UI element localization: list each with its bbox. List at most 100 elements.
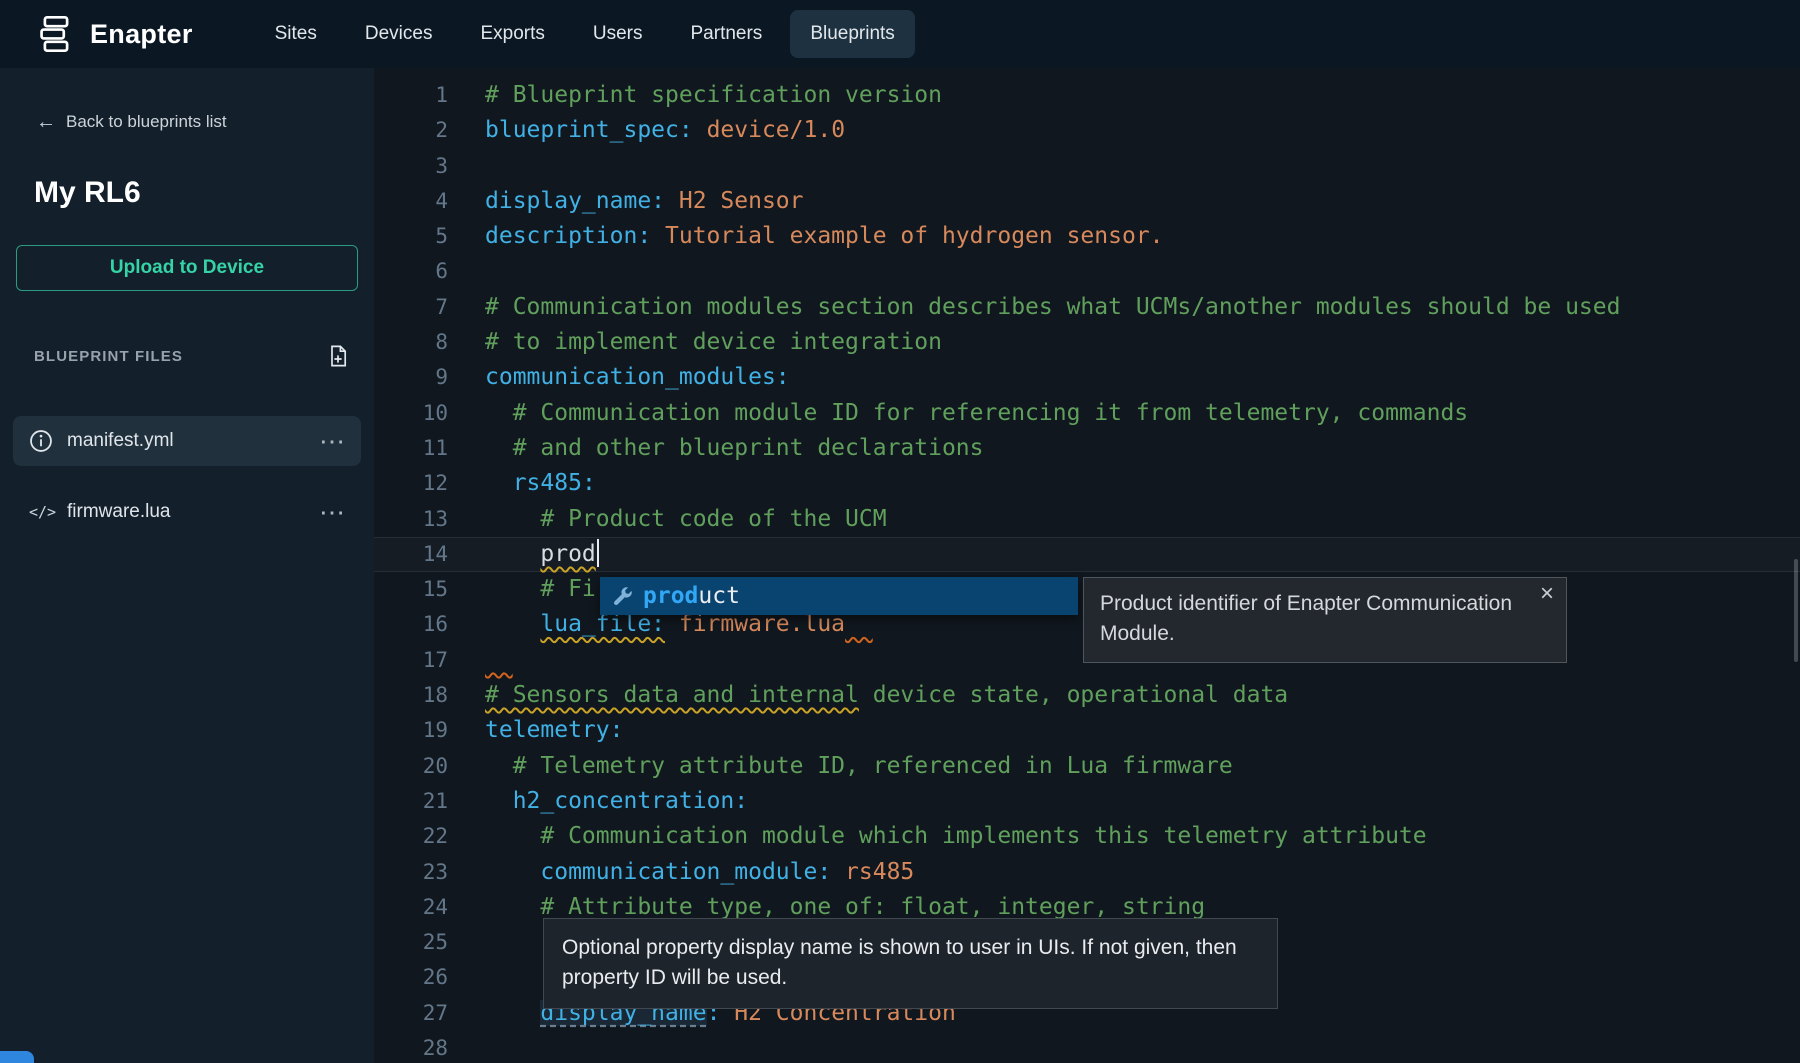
code-line[interactable]: 28 xyxy=(374,1031,1800,1063)
code-token: # Communication module ID for referencin… xyxy=(485,400,1468,426)
file-list: manifest.yml⋯</>firmware.lua⋯ xyxy=(13,416,361,537)
code-text: prod xyxy=(485,537,599,572)
code-line[interactable]: 23 communication_module: rs485 xyxy=(374,855,1800,890)
more-button[interactable]: ⋯ xyxy=(319,428,345,454)
code-line[interactable]: 7 # Communication modules section describ… xyxy=(374,290,1800,325)
line-number: 13 xyxy=(374,502,448,537)
line-number: 5 xyxy=(374,219,448,254)
code-line[interactable]: 18# Sensors data and internal device sta… xyxy=(374,678,1800,713)
nav-item-blueprints[interactable]: Blueprints xyxy=(790,10,915,58)
nav-item-partners[interactable]: Partners xyxy=(671,10,783,58)
code-text: rs485: xyxy=(485,466,596,501)
code-line[interactable]: 13 # Product code of the UCM xyxy=(374,502,1800,537)
suggestion-doc-text: Product identifier of Enapter Communicat… xyxy=(1100,592,1512,645)
file-item[interactable]: </>firmware.lua⋯ xyxy=(13,487,361,537)
file-name: manifest.yml xyxy=(67,430,174,452)
code-line[interactable]: 21 h2_concentration: xyxy=(374,784,1800,819)
nav-item-exports[interactable]: Exports xyxy=(460,10,564,58)
code-text: # Fi xyxy=(485,572,596,607)
nav-item-devices[interactable]: Devices xyxy=(345,10,453,58)
code-line[interactable]: 9communication_modules: xyxy=(374,360,1800,395)
nav-items: SitesDevicesExportsUsersPartnersBlueprin… xyxy=(255,10,915,58)
code-line[interactable]: 20 # Telemetry attribute ID, referenced … xyxy=(374,749,1800,784)
brand-name: Enapter xyxy=(90,19,193,50)
suggestion-doc-panel: Product identifier of Enapter Communicat… xyxy=(1083,577,1567,663)
code-token xyxy=(485,859,540,885)
code-token: # Blueprint specification version xyxy=(485,82,942,108)
code-token: prod xyxy=(540,541,595,567)
line-number: 2 xyxy=(374,113,448,148)
top-navbar: Enapter SitesDevicesExportsUsersPartners… xyxy=(0,0,1800,68)
code-token: # Product code of the UCM xyxy=(485,506,887,532)
code-token: device/1.0 xyxy=(693,117,845,143)
code-token: # Attribute type, one of: float, integer… xyxy=(485,894,1205,920)
code-line[interactable]: 5description: Tutorial example of hydrog… xyxy=(374,219,1800,254)
code-token: # to implement device integration xyxy=(485,329,942,355)
line-number: 7 xyxy=(374,290,448,325)
code-line[interactable]: 6 xyxy=(374,254,1800,289)
code-text: # Blueprint specification version xyxy=(485,78,942,113)
suggestion-match: prod xyxy=(643,583,698,609)
code-token: rs485: xyxy=(513,470,596,496)
sidebar: ← Back to blueprints list My RL6 Upload … xyxy=(0,68,374,1063)
code-line[interactable]: 4display_name: H2 Sensor xyxy=(374,184,1800,219)
code-line[interactable]: 8# to implement device integration xyxy=(374,325,1800,360)
line-number: 28 xyxy=(374,1031,448,1063)
file-item[interactable]: manifest.yml ⋯ xyxy=(13,416,361,466)
back-link-label: Back to blueprints list xyxy=(66,112,227,132)
close-icon[interactable]: × xyxy=(1540,582,1554,606)
code-icon: </> xyxy=(29,503,55,521)
code-line[interactable]: 10 # Communication module ID for referen… xyxy=(374,396,1800,431)
upload-to-device-button[interactable]: Upload to Device xyxy=(16,245,358,291)
code-token xyxy=(485,470,513,496)
suggestion-item: product xyxy=(643,583,740,609)
add-file-button[interactable] xyxy=(326,344,350,368)
line-number: 11 xyxy=(374,431,448,466)
autocomplete-popup[interactable]: product xyxy=(600,577,1078,615)
scrollbar-thumb[interactable] xyxy=(1794,559,1798,662)
logo-home-link[interactable]: Enapter xyxy=(36,14,193,54)
line-number: 4 xyxy=(374,184,448,219)
code-token xyxy=(485,611,540,637)
code-line[interactable]: 12 rs485: xyxy=(374,466,1800,501)
code-token: # Communication module which implements … xyxy=(485,823,1427,849)
line-number: 24 xyxy=(374,890,448,925)
back-arrow-icon: ← xyxy=(36,112,56,132)
code-line[interactable]: 3 xyxy=(374,149,1800,184)
code-token: firmware.lua xyxy=(665,611,845,637)
nav-item-sites[interactable]: Sites xyxy=(255,10,337,58)
more-button[interactable]: ⋯ xyxy=(319,499,345,525)
line-number: 23 xyxy=(374,855,448,890)
code-editor[interactable]: 1 # Blueprint specification version 2 bluep… xyxy=(374,68,1800,1063)
code-text: # Telemetry attribute ID, referenced in … xyxy=(485,749,1233,784)
code-line[interactable]: 11 # and other blueprint declarations xyxy=(374,431,1800,466)
nav-item-users[interactable]: Users xyxy=(573,10,663,58)
line-number: 21 xyxy=(374,784,448,819)
line-number: 10 xyxy=(374,396,448,431)
line-number: 18 xyxy=(374,678,448,713)
info-icon xyxy=(29,429,55,453)
code-text xyxy=(485,643,513,678)
code-line[interactable]: 14 prod xyxy=(374,537,1800,572)
code-line[interactable]: 2 blueprint_spec: device/1.0 xyxy=(374,113,1800,148)
code-text: h2_concentration: xyxy=(485,784,748,819)
code-text: # Communication modules section describe… xyxy=(485,290,1620,325)
wrench-icon xyxy=(612,586,633,607)
code-text: blueprint_spec: device/1.0 xyxy=(485,113,845,148)
code-token: # and other blueprint declarations xyxy=(485,435,984,461)
blueprint-title: My RL6 xyxy=(34,176,141,210)
code-line[interactable]: 1 # Blueprint specification version xyxy=(374,78,1800,113)
line-number: 1 xyxy=(374,78,448,113)
code-token: # Telemetry attribute ID, referenced in … xyxy=(485,753,1233,779)
code-text: # and other blueprint declarations xyxy=(485,431,984,466)
code-line[interactable]: 19telemetry: xyxy=(374,713,1800,748)
back-to-blueprints-link[interactable]: ← Back to blueprints list xyxy=(36,112,227,132)
line-number: 12 xyxy=(374,466,448,501)
code-line[interactable]: 22 # Communication module which implemen… xyxy=(374,819,1800,854)
code-token: communication_module: xyxy=(540,859,831,885)
line-number: 27 xyxy=(374,996,448,1031)
code-text: # to implement device integration xyxy=(485,325,942,360)
code-token xyxy=(485,1000,540,1026)
line-number: 25 xyxy=(374,925,448,960)
line-number: 19 xyxy=(374,713,448,748)
